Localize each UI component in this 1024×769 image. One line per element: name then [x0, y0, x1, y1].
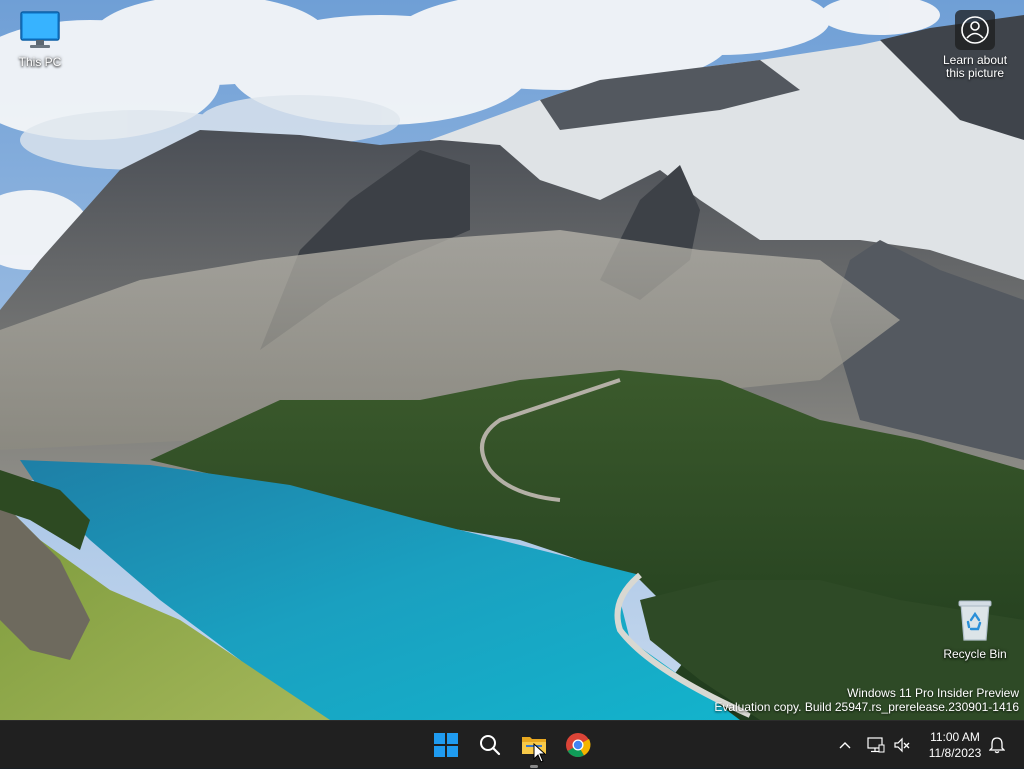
build-watermark: Windows 11 Pro Insider Preview Evaluatio… [714, 686, 1019, 714]
chrome-button[interactable] [560, 727, 596, 763]
notifications-button[interactable] [986, 721, 1008, 769]
taskbar: 11:00 AM 11/8/2023 [0, 720, 1024, 768]
learn-about-this-picture[interactable]: Learn about this picture [936, 10, 1014, 80]
clock[interactable]: 11:00 AM 11/8/2023 [918, 721, 992, 769]
clock-date: 11/8/2023 [928, 746, 982, 760]
clock-time: 11:00 AM [930, 730, 980, 744]
watermark-build: Evaluation copy. Build 25947.rs_prerelea… [714, 700, 1019, 714]
windows-logo-icon [434, 733, 458, 757]
learn-about-label: Learn about this picture [942, 53, 1008, 80]
start-button[interactable] [428, 727, 464, 763]
watermark-edition: Windows 11 Pro Insider Preview [847, 686, 1019, 700]
network-button[interactable] [866, 721, 886, 769]
desktop-icon-label: This PC [18, 55, 62, 69]
search-button[interactable] [472, 727, 508, 763]
chrome-icon [566, 733, 591, 758]
desktop-wallpaper [0, 0, 1024, 720]
bell-icon [989, 737, 1005, 754]
mouse-cursor-icon [533, 743, 547, 763]
desktop-icon-label: Recycle Bin [943, 647, 1007, 661]
network-icon [867, 737, 885, 753]
desktop-icon-this-pc[interactable]: This PC [0, 10, 80, 69]
search-icon [480, 735, 501, 756]
camera-circle-icon [955, 10, 995, 50]
desktop-icon-recycle-bin[interactable]: Recycle Bin [935, 598, 1015, 661]
volume-muted-icon [894, 737, 910, 753]
monitor-icon [0, 10, 80, 53]
chevron-up-icon [839, 742, 851, 749]
recycle-bin-icon [935, 598, 1015, 645]
show-hidden-icons-button[interactable] [834, 721, 856, 769]
volume-button[interactable] [892, 721, 912, 769]
